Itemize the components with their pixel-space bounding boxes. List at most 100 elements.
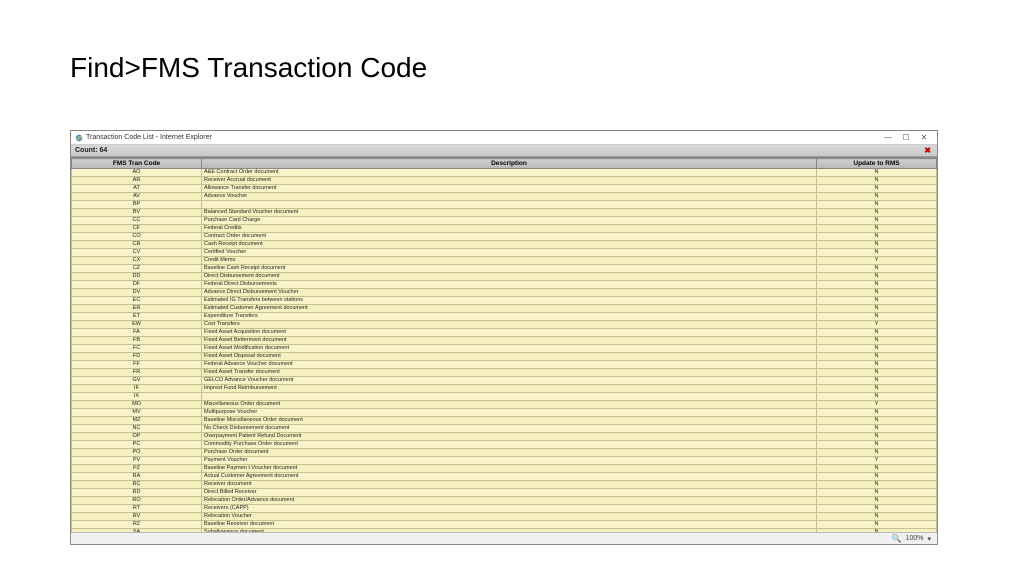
- table-row[interactable]: CFFederal CreditsN: [72, 225, 937, 233]
- cell-code: PO: [72, 449, 202, 457]
- cell-desc: Fixed Asset Transfer document: [202, 369, 817, 377]
- cell-desc: [202, 393, 817, 401]
- cell-desc: Purchase Order document: [202, 449, 817, 457]
- cell-code: DD: [72, 273, 202, 281]
- table-row[interactable]: AOA&E Contract Order documentN: [72, 169, 937, 177]
- table-row[interactable]: RZBaseline Receiver documentN: [72, 521, 937, 529]
- table-row[interactable]: RVRelocation VoucherN: [72, 513, 937, 521]
- cell-upd: N: [817, 217, 937, 225]
- cell-upd: N: [817, 209, 937, 217]
- table-row[interactable]: MZBaseline Miscellaneous Order documentN: [72, 417, 937, 425]
- table-row[interactable]: MOMiscellaneous Order documentY: [72, 401, 937, 409]
- col-header-upd[interactable]: Update to RMS: [817, 159, 937, 169]
- table-header-row: FMS Tran Code Description Update to RMS: [72, 159, 937, 169]
- cell-desc: Receiver document: [202, 481, 817, 489]
- table-row[interactable]: EWCost TransfersY: [72, 321, 937, 329]
- col-header-desc[interactable]: Description: [202, 159, 817, 169]
- table-row[interactable]: CCPurchase Card ChargeN: [72, 217, 937, 225]
- table-row[interactable]: ARReceiver Accrual documentN: [72, 177, 937, 185]
- table-row[interactable]: EREstimated Customer Agreement documentN: [72, 305, 937, 313]
- cell-upd: N: [817, 225, 937, 233]
- cell-desc: Balanced Standard Voucher document: [202, 209, 817, 217]
- cell-upd: N: [817, 481, 937, 489]
- cell-code: PZ: [72, 465, 202, 473]
- zoom-level[interactable]: 100%: [906, 535, 924, 542]
- cell-code: EW: [72, 321, 202, 329]
- cell-upd: N: [817, 417, 937, 425]
- cell-desc: Baseline Cash Receipt document: [202, 265, 817, 273]
- table-row[interactable]: DDDirect Disbursement documentN: [72, 273, 937, 281]
- table-row[interactable]: CVCertified VoucherN: [72, 249, 937, 257]
- table-row[interactable]: GVGELCO Advance Voucher documentN: [72, 377, 937, 385]
- close-button[interactable]: ✕: [915, 133, 933, 142]
- cell-desc: Federal Credits: [202, 225, 817, 233]
- minimize-button[interactable]: —: [879, 133, 897, 142]
- cell-upd: N: [817, 241, 937, 249]
- table-row[interactable]: PZBaseline Paymen t Voucher documentN: [72, 465, 937, 473]
- table-row[interactable]: FAFixed Asset Acquisition documentN: [72, 329, 937, 337]
- table-row[interactable]: AVAdvance VoucherN: [72, 193, 937, 201]
- close-panel-icon[interactable]: ✖: [924, 146, 931, 155]
- table-row[interactable]: BPN: [72, 201, 937, 209]
- cell-code: FD: [72, 353, 202, 361]
- cell-upd: N: [817, 377, 937, 385]
- table-row[interactable]: FCFixed Asset Modification documentN: [72, 345, 937, 353]
- grid-area: FMS Tran Code Description Update to RMS …: [71, 157, 937, 532]
- table-row[interactable]: IFImprest Fund ReimbursementN: [72, 385, 937, 393]
- cell-code: FB: [72, 337, 202, 345]
- table-row[interactable]: ETExpenditure TransfersN: [72, 313, 937, 321]
- col-header-code[interactable]: FMS Tran Code: [72, 159, 202, 169]
- cell-upd: N: [817, 305, 937, 313]
- transaction-table: FMS Tran Code Description Update to RMS …: [71, 158, 937, 532]
- cell-desc: Imprest Fund Reimbursement: [202, 385, 817, 393]
- cell-upd: N: [817, 505, 937, 513]
- table-row[interactable]: FFFederal Advance Voucher documentN: [72, 361, 937, 369]
- cell-desc: GELCO Advance Voucher document: [202, 377, 817, 385]
- table-row[interactable]: MVMultipurpose VoucherN: [72, 409, 937, 417]
- table-row[interactable]: RCReceiver documentN: [72, 481, 937, 489]
- table-row[interactable]: ECEstimated IG Transfers between station…: [72, 297, 937, 305]
- table-row[interactable]: OPOverpayment Patient Refund DocumentN: [72, 433, 937, 441]
- table-row[interactable]: NCNo Check Disbursement documentN: [72, 425, 937, 433]
- cell-desc: Baseline Paymen t Voucher document: [202, 465, 817, 473]
- cell-code: NC: [72, 425, 202, 433]
- cell-desc: Expenditure Transfers: [202, 313, 817, 321]
- table-row[interactable]: PVPayment VoucherY: [72, 457, 937, 465]
- cell-upd: N: [817, 473, 937, 481]
- table-row[interactable]: IXN: [72, 393, 937, 401]
- cell-desc: Certified Voucher: [202, 249, 817, 257]
- table-row[interactable]: ATAllowance Transfer documentN: [72, 185, 937, 193]
- table-row[interactable]: CRCash Receipt documentN: [72, 241, 937, 249]
- cell-desc: Purchase Card Charge: [202, 217, 817, 225]
- table-row[interactable]: RAActual Customer Agreement documentN: [72, 473, 937, 481]
- table-row[interactable]: FRFixed Asset Transfer documentN: [72, 369, 937, 377]
- table-row[interactable]: BVBalanced Standard Voucher documentN: [72, 209, 937, 217]
- table-row[interactable]: POPurchase Order documentN: [72, 449, 937, 457]
- cell-upd: N: [817, 385, 937, 393]
- status-bar: 🔍 100% ▾: [71, 532, 937, 544]
- window-title-text: Transaction Code List - Internet Explore…: [86, 134, 212, 141]
- table-row[interactable]: DVAdvance Direct Disbursement VoucherN: [72, 289, 937, 297]
- table-row[interactable]: FDFixed Asset Disposal documentN: [72, 353, 937, 361]
- cell-code: CV: [72, 249, 202, 257]
- window-titlebar: Transaction Code List - Internet Explore…: [71, 131, 937, 145]
- table-row[interactable]: RDDirect Billed ReceiverN: [72, 489, 937, 497]
- table-row[interactable]: RORelocation Order/Advance documentN: [72, 497, 937, 505]
- cell-desc: A&E Contract Order document: [202, 169, 817, 177]
- cell-code: FF: [72, 361, 202, 369]
- table-row[interactable]: COContract Order documentN: [72, 233, 937, 241]
- cell-upd: N: [817, 409, 937, 417]
- cell-desc: Receivers (CAPP): [202, 505, 817, 513]
- table-row[interactable]: PCCommodity Purchase Order documentN: [72, 441, 937, 449]
- table-row[interactable]: RTReceivers (CAPP)N: [72, 505, 937, 513]
- table-row[interactable]: CXCredit MemoY: [72, 257, 937, 265]
- maximize-button[interactable]: ☐: [897, 133, 915, 142]
- cell-code: FR: [72, 369, 202, 377]
- cell-upd: N: [817, 233, 937, 241]
- table-row[interactable]: FBFixed Asset Betterment documentN: [72, 337, 937, 345]
- table-row[interactable]: CZBaseline Cash Receipt documentN: [72, 265, 937, 273]
- cell-desc: Cost Transfers: [202, 321, 817, 329]
- table-row[interactable]: DFFederal Direct DisbursementsN: [72, 281, 937, 289]
- zoom-dropdown-icon[interactable]: ▾: [927, 535, 931, 543]
- cell-upd: Y: [817, 321, 937, 329]
